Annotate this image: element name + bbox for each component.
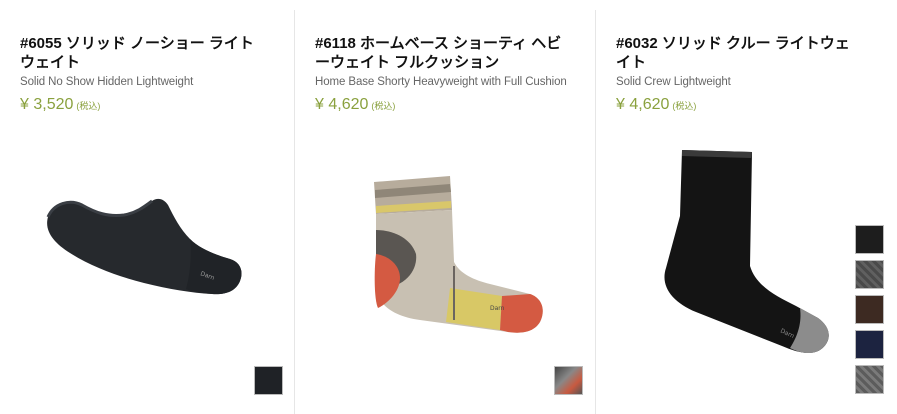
svg-text:Darn: Darn: [490, 305, 505, 312]
price-value: ¥ 4,620: [616, 96, 670, 113]
product-title-line: #6118 ホームベース ショーティ ヘビ: [315, 35, 562, 52]
color-swatch[interactable]: [254, 366, 283, 395]
product-price: ¥ 4,620 (税込): [616, 96, 696, 114]
product-subtitle: Solid No Show Hidden Lightweight: [20, 76, 194, 88]
product-title-line: #6055 ソリッド ノーショー ライト: [20, 35, 254, 52]
product-card[interactable]: #6055 ソリッド ノーショー ライト ウェイト Solid No Show …: [0, 10, 294, 414]
product-subtitle: Solid Crew Lightweight: [616, 76, 731, 88]
tax-note: (税込): [76, 101, 101, 111]
product-price: ¥ 3,520 (税込): [20, 96, 100, 114]
color-swatch[interactable]: [855, 330, 884, 359]
product-price: ¥ 4,620 (税込): [315, 96, 395, 114]
product-card[interactable]: #6032 ソリッド クルー ライトウェ イト Solid Crew Light…: [595, 10, 897, 414]
product-title[interactable]: #6118 ホームベース ショーティ ヘビ ーウェイト フルクッション: [315, 34, 579, 72]
product-title-line: ウェイト: [20, 54, 81, 71]
color-swatch[interactable]: [855, 260, 884, 289]
product-card[interactable]: #6118 ホームベース ショーティ ヘビ ーウェイト フルクッション Home…: [294, 10, 595, 414]
product-grid: #6055 ソリッド ノーショー ライト ウェイト Solid No Show …: [0, 0, 897, 414]
price-value: ¥ 4,620: [315, 96, 369, 113]
product-title-line: ーウェイト フルクッション: [315, 54, 500, 71]
product-subtitle: Home Base Shorty Heavyweight with Full C…: [315, 76, 567, 88]
product-title-line: #6032 ソリッド クルー ライトウェ: [616, 35, 850, 52]
color-swatch[interactable]: [855, 225, 884, 254]
product-image[interactable]: Darn: [656, 146, 836, 356]
product-title[interactable]: #6032 ソリッド クルー ライトウェ イト: [616, 34, 881, 72]
tax-note: (税込): [371, 101, 396, 111]
product-image[interactable]: Darn: [40, 195, 250, 305]
product-image[interactable]: Darn: [350, 170, 550, 340]
color-swatch[interactable]: [554, 366, 583, 395]
tax-note: (税込): [672, 101, 697, 111]
color-swatch[interactable]: [855, 295, 884, 324]
product-title-line: イト: [616, 54, 647, 71]
color-swatch[interactable]: [855, 365, 884, 394]
price-value: ¥ 3,520: [20, 96, 74, 113]
product-title[interactable]: #6055 ソリッド ノーショー ライト ウェイト: [20, 34, 278, 72]
